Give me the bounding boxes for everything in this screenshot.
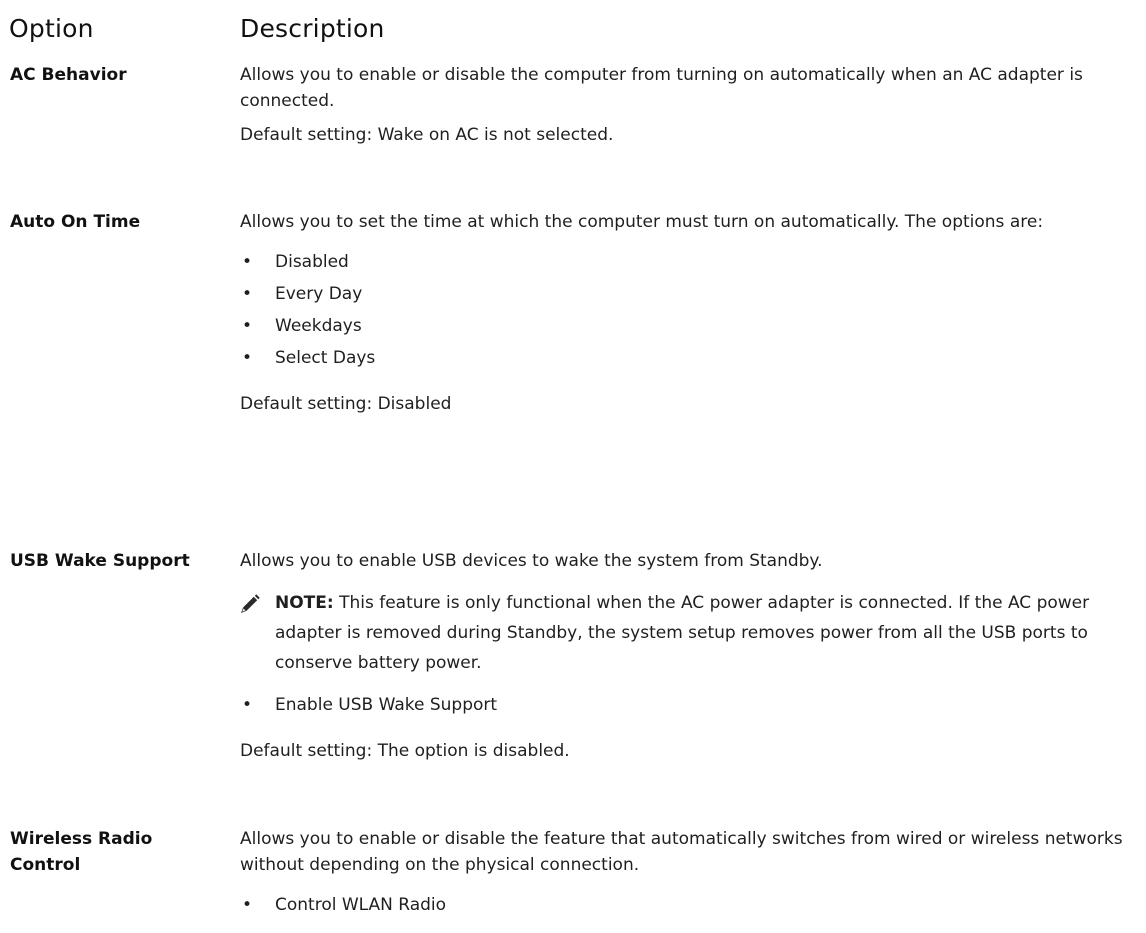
bullet-icon: • bbox=[242, 252, 253, 272]
default-setting-text: Default setting: Wake on AC is not selec… bbox=[240, 125, 614, 145]
options-list: • Control WLAN Radio bbox=[240, 892, 1140, 918]
options-list: • Disabled • Every Day • Weekdays • Select D… bbox=[240, 249, 1140, 371]
bullet-icon: • bbox=[242, 348, 253, 368]
bullet-icon: • bbox=[242, 695, 253, 715]
option-description-wireless-radio-control: Allows you to enable or disable the feat… bbox=[240, 826, 1140, 924]
option-description-usb-wake-support: Allows you to enable USB devices to wake… bbox=[240, 548, 1140, 764]
options-list: • Enable USB Wake Support bbox=[240, 692, 1140, 718]
description-text: Allows you to enable or disable the comp… bbox=[240, 65, 1083, 111]
bullet-icon: • bbox=[242, 284, 253, 304]
note-block: NOTE: This feature is only functional wh… bbox=[240, 588, 1140, 678]
option-label-auto-on-time: Auto On Time bbox=[10, 212, 141, 232]
option-label-ac-behavior: AC Behavior bbox=[10, 65, 127, 85]
list-item: • Control WLAN Radio bbox=[240, 892, 1140, 918]
bullet-icon: • bbox=[242, 895, 253, 915]
note-label: NOTE: bbox=[275, 593, 334, 613]
bullet-icon: • bbox=[242, 316, 253, 336]
option-description-auto-on-time: Allows you to set the time at which the … bbox=[240, 209, 1140, 417]
default-setting-text: Default setting: Disabled bbox=[240, 394, 452, 414]
option-description-ac-behavior: Allows you to enable or disable the comp… bbox=[240, 62, 1140, 148]
description-text: Allows you to set the time at which the … bbox=[240, 212, 1044, 232]
list-item: • Enable USB Wake Support bbox=[240, 692, 1140, 718]
description-text: Allows you to enable USB devices to wake… bbox=[240, 551, 823, 571]
column-header-description: Description bbox=[240, 14, 385, 43]
list-item: • Weekdays bbox=[240, 313, 1140, 339]
note-text: This feature is only functional when the… bbox=[275, 593, 1090, 673]
list-item: • Disabled bbox=[240, 249, 1140, 275]
list-item: • Select Days bbox=[240, 345, 1140, 371]
option-label-wireless-radio-control: Wireless Radio Control bbox=[10, 829, 153, 875]
description-text: Allows you to enable or disable the feat… bbox=[240, 829, 1123, 875]
list-item: • Every Day bbox=[240, 281, 1140, 307]
settings-table: Option Description AC Behavior Allows yo… bbox=[0, 0, 1146, 933]
note-pencil-icon bbox=[240, 594, 260, 614]
default-setting-text: Default setting: The option is disabled. bbox=[240, 741, 570, 761]
column-header-option: Option bbox=[9, 14, 94, 43]
option-label-usb-wake-support: USB Wake Support bbox=[10, 551, 190, 571]
